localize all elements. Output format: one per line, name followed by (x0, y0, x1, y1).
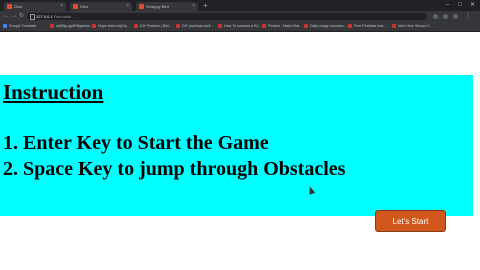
bookmark-label: Google Translate (9, 24, 37, 28)
close-tab-icon[interactable]: × (60, 2, 63, 11)
instructions-panel: Instruction 1. Enter Key to Start the Ga… (0, 75, 473, 216)
tab-title: Dino (80, 4, 89, 9)
browser-tab[interactable]: Dino × (70, 2, 132, 11)
bookmark-item[interactable]: How To succeed a Bl... (218, 22, 261, 31)
reload-icon[interactable]: ↻ (19, 11, 24, 22)
bookmark-icon (134, 24, 138, 29)
url-value: 127.0.0.1 (36, 14, 53, 19)
url-text: 127.0.0.1 Find tools - ... (36, 13, 78, 20)
instruction-line: 2. Space Key to jump through Obstacles (3, 158, 346, 180)
extension-icon[interactable] (433, 14, 438, 19)
bookmark-label: dd(Bkp gydEBgamos... (56, 24, 93, 28)
browser-tab-active[interactable]: Scrappy Bird × (136, 2, 198, 11)
bookmark-label: DIY Practice | Bhil... (140, 24, 172, 28)
profile-icon[interactable] (453, 14, 458, 19)
bookmark-icon (3, 24, 7, 29)
bookmark-item[interactable]: DIY practical-nodl... (176, 22, 213, 31)
bookmark-item[interactable]: Intro Here Secure C... (392, 22, 433, 31)
bookmark-label: Free Firebase resr... (354, 24, 387, 28)
forward-icon[interactable]: → (11, 11, 17, 22)
bookmark-label: Intro Here Secure C... (398, 24, 433, 28)
start-button[interactable]: Let's Start (375, 210, 446, 232)
tab-favicon-icon (73, 4, 78, 9)
close-tab-icon[interactable]: × (192, 2, 195, 11)
new-tab-button[interactable]: + (203, 1, 208, 11)
bookmark-label: Daily usage common... (310, 24, 347, 28)
address-bar-row: ← → ↻ 127.0.0.1 Find tools - ... ⋮ (0, 11, 480, 22)
bookmark-icon (304, 24, 308, 29)
bookmarks-bar: Google Translate dd(Bkp gydEBgamos... Ho… (0, 22, 480, 32)
tab-title: Scrappy Bird (146, 4, 169, 9)
bookmark-label: Hope index-tdy/1y... (98, 24, 130, 28)
bookmark-icon (50, 24, 54, 29)
menu-icon[interactable]: ⋮ (465, 13, 471, 19)
bookmark-icon (262, 24, 266, 29)
close-window-icon[interactable]: ✕ (470, 0, 475, 11)
bookmark-icon (176, 24, 180, 29)
tab-favicon-icon (7, 4, 12, 9)
info-icon (30, 14, 35, 20)
address-input[interactable]: 127.0.0.1 Find tools - ... (27, 13, 427, 20)
bookmark-item[interactable]: dd(Bkp gydEBgamos... (50, 22, 93, 31)
bookmark-item[interactable]: Google Translate (3, 22, 36, 31)
close-tab-icon[interactable]: × (126, 2, 129, 11)
bookmark-icon (348, 24, 352, 29)
bookmark-item[interactable]: Free Firebase resr... (348, 22, 386, 31)
back-icon[interactable]: ← (3, 11, 9, 22)
extension-icon[interactable] (443, 14, 448, 19)
bookmark-item[interactable]: Finders - Make Mat... (262, 22, 302, 31)
bookmark-item[interactable]: DIY Practice | Bhil... (134, 22, 172, 31)
bookmark-item[interactable]: Daily usage common... (304, 22, 347, 31)
tab-title: Dino (14, 4, 23, 9)
bookmark-icon (92, 24, 96, 29)
instruction-line: 1. Enter Key to Start the Game (3, 132, 269, 154)
maximize-icon[interactable]: □ (458, 0, 462, 11)
page-content: Instruction 1. Enter Key to Start the Ga… (0, 32, 480, 270)
url-hint: Find tools - ... (53, 14, 79, 19)
browser-tab[interactable]: Dino × (4, 2, 66, 11)
bookmark-icon (392, 24, 396, 29)
bookmark-label: Finders - Make Mat... (268, 24, 302, 28)
tab-favicon-icon (139, 4, 144, 9)
bookmark-label: DIY practical-nodl... (182, 24, 214, 28)
instructions-heading: Instruction (3, 80, 104, 104)
bookmark-label: How To succeed a Bl... (224, 24, 261, 28)
minimize-icon[interactable]: – (446, 0, 449, 11)
browser-tab-bar: Dino × Dino × Scrappy Bird × + – □ ✕ (0, 0, 480, 11)
bookmark-icon (218, 24, 222, 29)
bookmark-item[interactable]: Hope index-tdy/1y... (92, 22, 130, 31)
